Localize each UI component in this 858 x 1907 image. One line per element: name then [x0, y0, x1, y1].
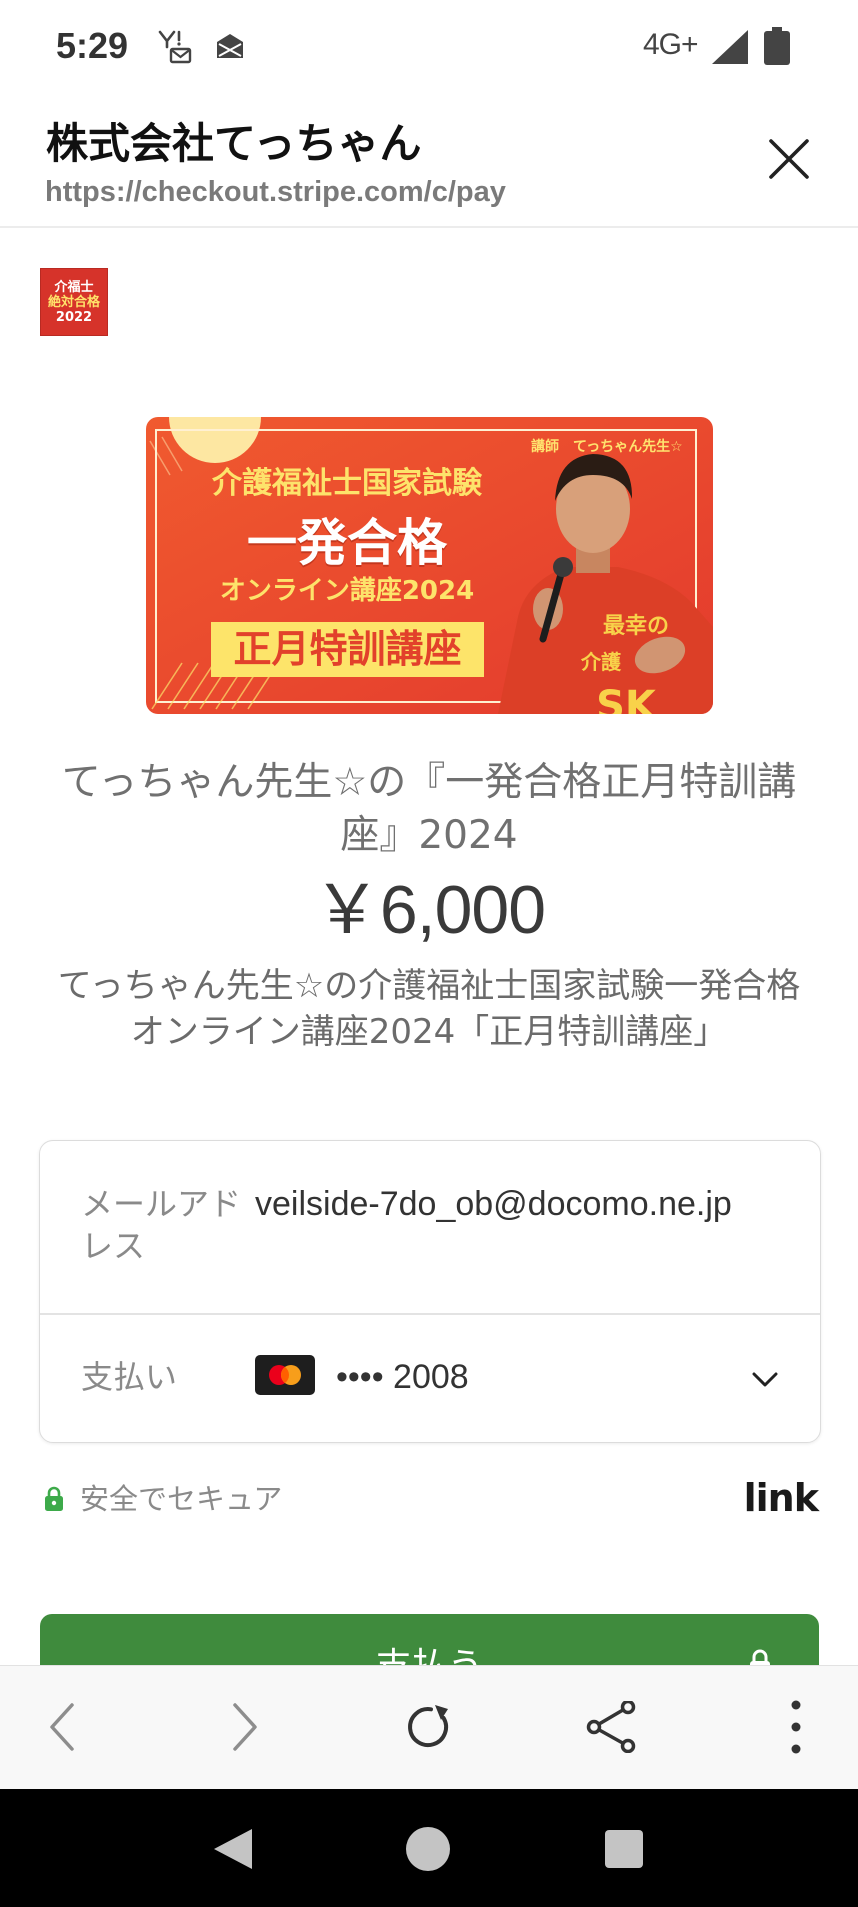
email-field[interactable]: メールアドレス veilside-7do_ob@docomo.ne.jp — [40, 1141, 820, 1313]
card-number: •••• 2008 — [336, 1358, 469, 1396]
signal-icon — [712, 30, 748, 64]
more-icon[interactable] — [788, 1699, 804, 1755]
status-bar: 5:29 4G+ — [0, 0, 858, 92]
banner-badge: 正月特訓講座 — [211, 622, 484, 677]
payment-method-select[interactable]: 支払い •••• 2008 — [40, 1314, 820, 1444]
nav-home-icon[interactable] — [404, 1825, 452, 1873]
logo-line: 介福士 — [54, 279, 94, 295]
banner-instructor: 講師 てっちゃん先生☆ — [531, 439, 683, 455]
back-icon[interactable] — [46, 1701, 78, 1753]
nav-recents-icon[interactable] — [604, 1829, 644, 1869]
secure-text: 安全でセキュア — [80, 1482, 283, 1516]
banner-headline: 一発合格 — [247, 514, 447, 572]
logo-line: 絶対合格 — [47, 294, 100, 310]
mastercard-icon — [255, 1355, 315, 1395]
product-name: てっちゃん先生☆の『一発合格正月特訓講座』2024 — [61, 760, 797, 858]
battery-icon — [764, 27, 790, 65]
header-divider — [0, 226, 858, 228]
system-nav-bar — [0, 1789, 858, 1907]
shirt-text: 最幸の — [603, 613, 669, 639]
shirt-text: 介護 — [580, 650, 622, 674]
product-price: ￥6,000 — [312, 872, 546, 948]
logo-line: 2022 — [55, 309, 93, 325]
mail-notification-icon — [215, 32, 245, 60]
reload-icon[interactable] — [404, 1703, 452, 1751]
payment-label: 支払い — [81, 1358, 178, 1396]
nav-back-icon[interactable] — [210, 1826, 256, 1872]
banner-exam-title: 介護福祉士国家試験 — [212, 466, 482, 501]
email-value[interactable]: veilside-7do_ob@docomo.ne.jp — [255, 1183, 732, 1225]
network-type: 4G+ — [643, 28, 699, 61]
close-icon — [769, 139, 809, 179]
checkout-form: メールアドレス veilside-7do_ob@docomo.ne.jp 支払い… — [39, 1140, 821, 1443]
email-label: メールアドレス — [81, 1185, 242, 1265]
page-title: 株式会社てっちゃん — [46, 119, 422, 168]
yahoo-mail-icon — [158, 30, 192, 64]
share-icon[interactable] — [586, 1701, 636, 1753]
banner-course: オンライン講座2024 — [219, 576, 475, 606]
shirt-text: SK — [596, 683, 658, 714]
chevron-down-icon[interactable] — [752, 1372, 778, 1388]
link-logo: link — [743, 1476, 819, 1520]
close-button[interactable] — [767, 137, 811, 181]
browser-toolbar — [0, 1665, 858, 1789]
product-banner: 最幸の 介護 SK 講師 てっちゃん先生☆ 介護福祉士国家試験 一発合格 オンラ… — [146, 417, 713, 714]
page-url: https://checkout.stripe.com/c/pay — [45, 176, 506, 208]
status-time: 5:29 — [56, 25, 129, 66]
merchant-logo: 介福士 絶対合格 2022 — [40, 268, 108, 336]
product-description: てっちゃん先生☆の介護福祉士国家試験一発合格オンライン講座2024「正月特訓講座… — [57, 966, 801, 1052]
forward-icon[interactable] — [229, 1701, 261, 1753]
lock-icon — [44, 1486, 64, 1512]
